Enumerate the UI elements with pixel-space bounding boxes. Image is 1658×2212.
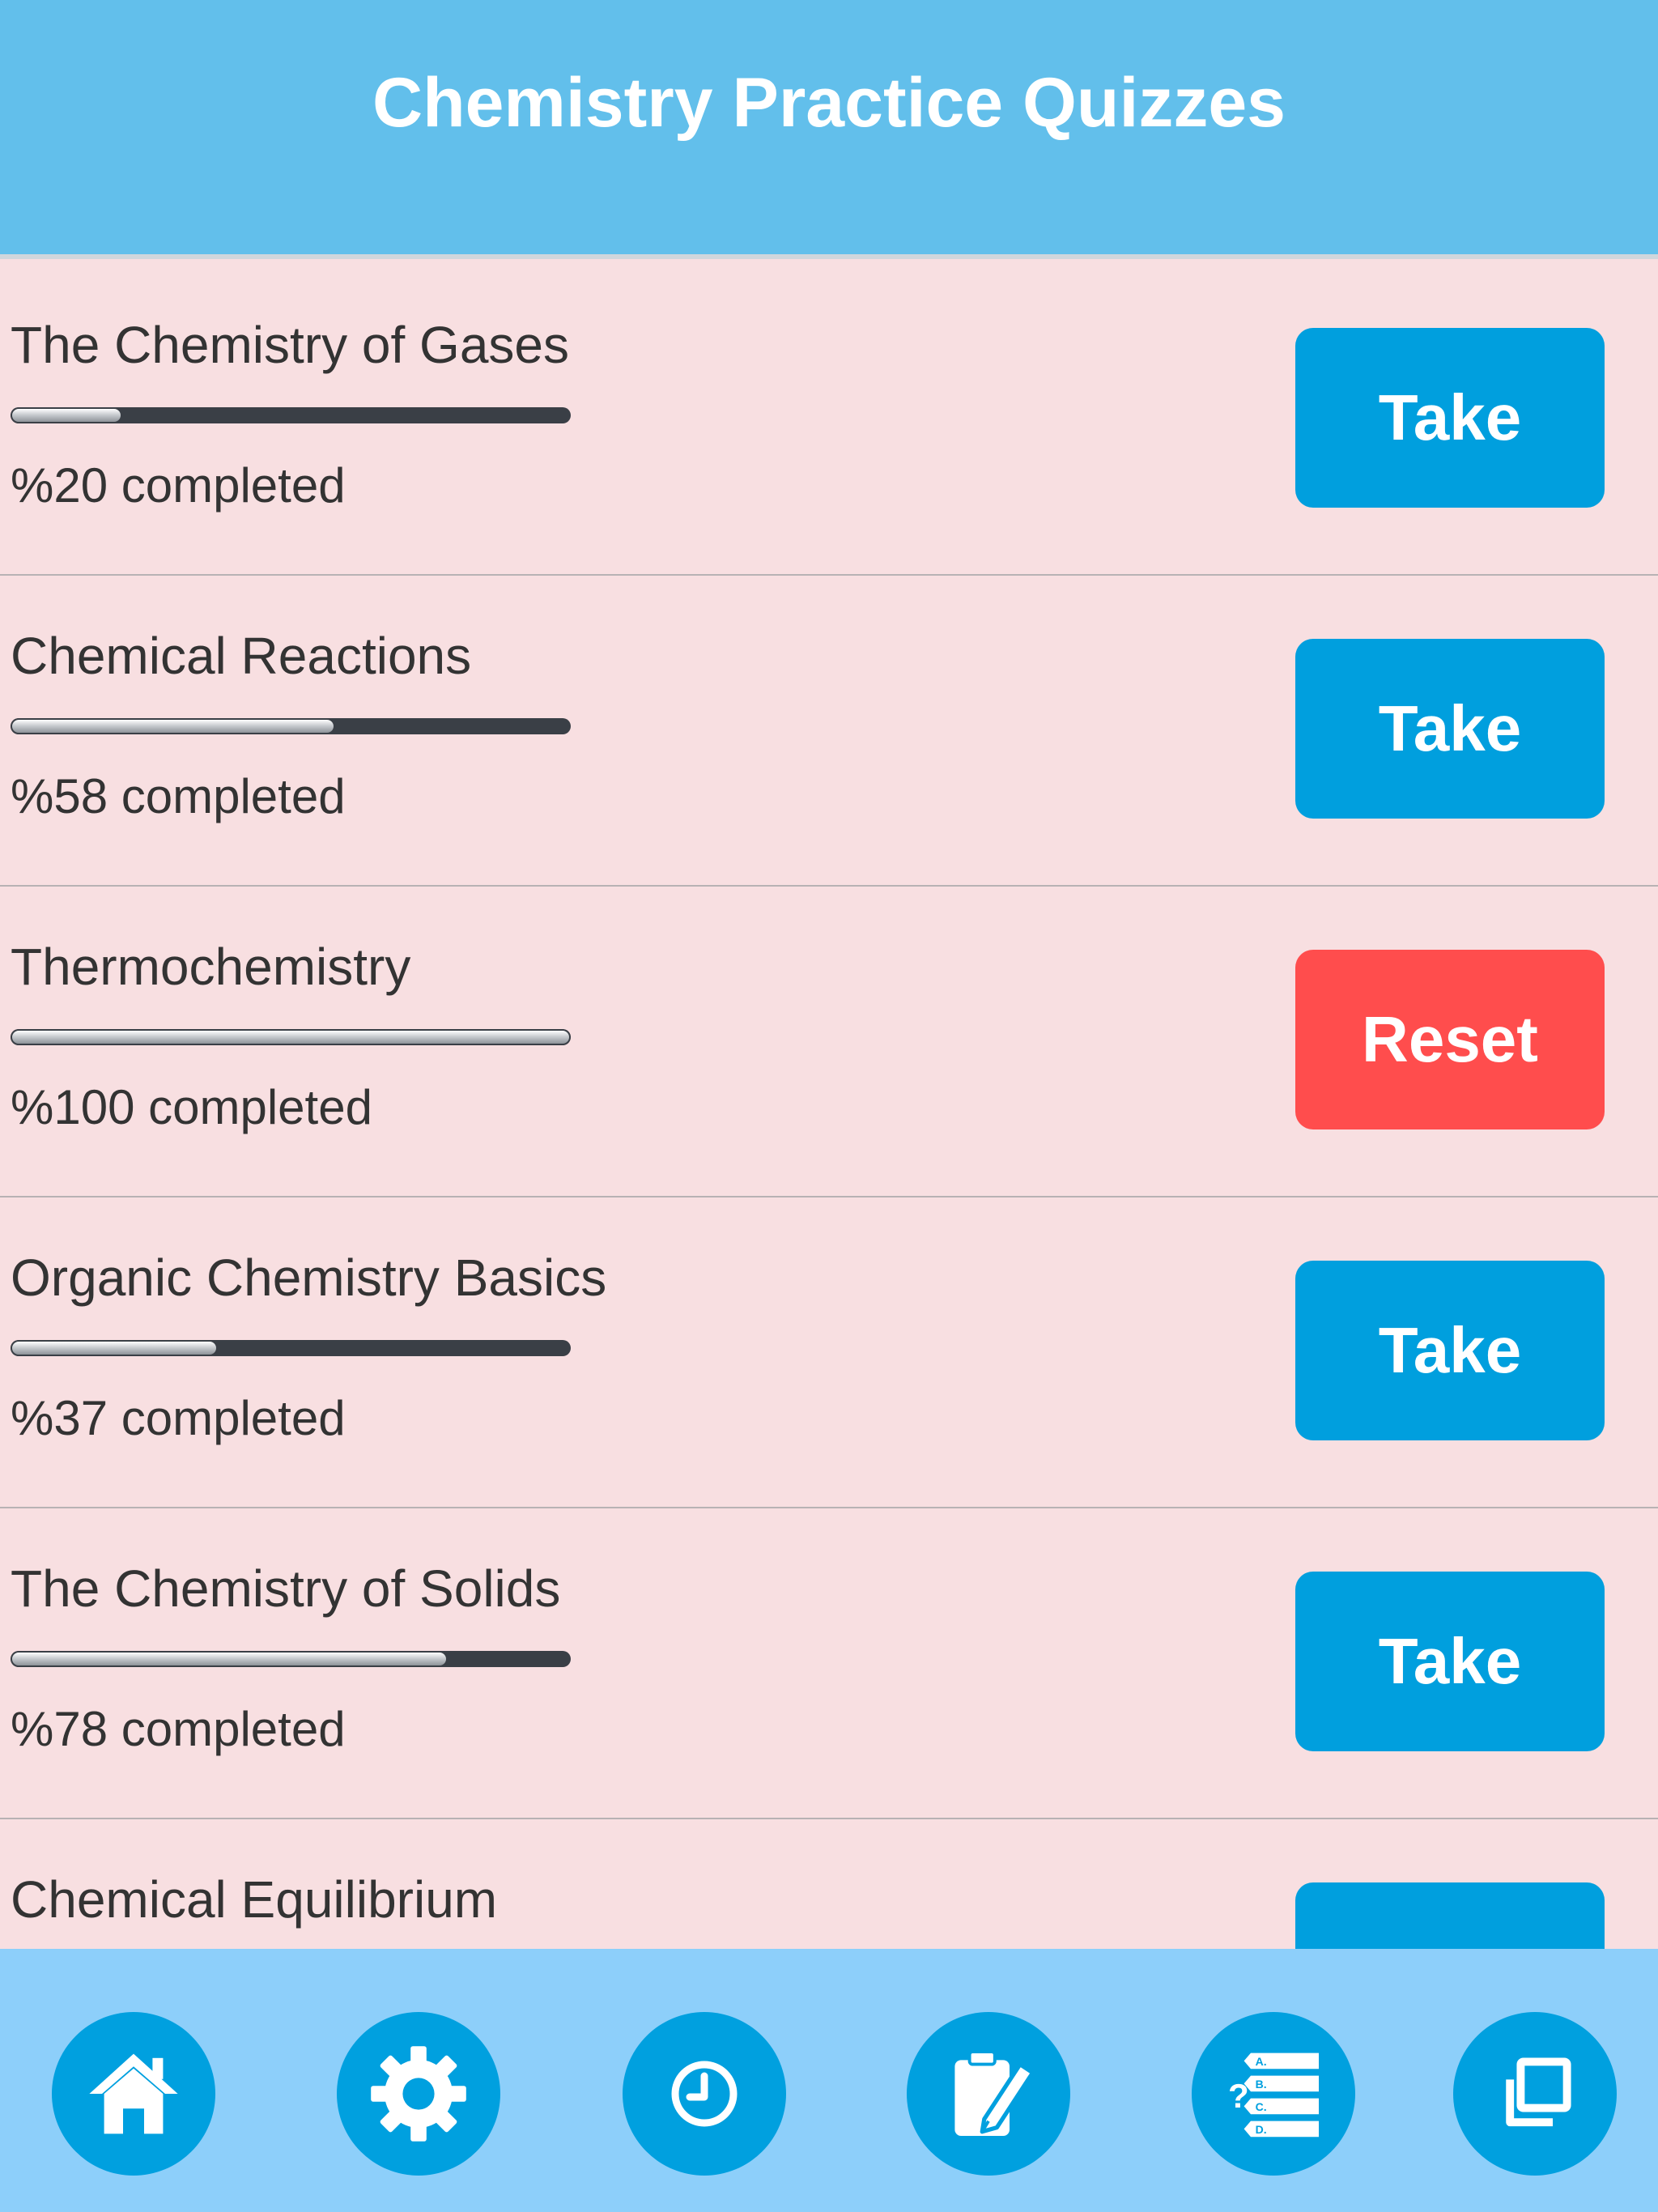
progress-bar bbox=[11, 1029, 571, 1045]
quiz-row: Thermochemistry %100 completed Reset bbox=[0, 887, 1658, 1197]
more-button[interactable] bbox=[1453, 2012, 1617, 2176]
gear-icon bbox=[371, 2046, 466, 2142]
quiz-row: Organic Chemistry Basics %37 completed T… bbox=[0, 1197, 1658, 1508]
quiz-list-icon: ? A. B. C. D. bbox=[1228, 2052, 1319, 2138]
reset-button[interactable]: Reset bbox=[1295, 950, 1605, 1129]
take-button[interactable]: Take bbox=[1295, 1572, 1605, 1751]
svg-text:B.: B. bbox=[1256, 2078, 1267, 2091]
progress-bar bbox=[11, 1340, 571, 1356]
progress-bar bbox=[11, 1651, 571, 1667]
take-button[interactable] bbox=[1295, 1882, 1605, 1949]
header-bar: Chemistry Practice Quizzes bbox=[0, 0, 1658, 259]
progress-bar bbox=[11, 407, 571, 423]
quiz-title: The Chemistry of Solids bbox=[11, 1559, 561, 1618]
quiz-status: %58 completed bbox=[11, 769, 346, 823]
quiz-status: %20 completed bbox=[11, 458, 346, 513]
home-button[interactable] bbox=[52, 2012, 215, 2176]
progress-fill bbox=[11, 1029, 571, 1045]
quiz-list[interactable]: The Chemistry of Gases %20 completed Tak… bbox=[0, 265, 1658, 1949]
svg-text:C.: C. bbox=[1256, 2100, 1267, 2113]
page-title: Chemistry Practice Quizzes bbox=[372, 64, 1286, 142]
quiz-row: Chemical Equilibrium bbox=[0, 1819, 1658, 1949]
svg-text:A.: A. bbox=[1256, 2055, 1267, 2068]
take-button[interactable]: Take bbox=[1295, 1261, 1605, 1440]
settings-button[interactable] bbox=[337, 2012, 500, 2176]
take-button[interactable]: Take bbox=[1295, 639, 1605, 819]
quiz-status: %78 completed bbox=[11, 1702, 346, 1756]
quiz-list-button[interactable]: ? A. B. C. D. bbox=[1192, 2012, 1355, 2176]
progress-bar bbox=[11, 718, 571, 734]
history-button[interactable] bbox=[623, 2012, 786, 2176]
quiz-title: Chemical Equilibrium bbox=[11, 1870, 498, 1929]
quiz-row: The Chemistry of Solids %78 completed Ta… bbox=[0, 1508, 1658, 1819]
svg-text:D.: D. bbox=[1256, 2123, 1267, 2136]
quiz-row: The Chemistry of Gases %20 completed Tak… bbox=[0, 265, 1658, 576]
quiz-title: Thermochemistry bbox=[11, 938, 411, 996]
progress-fill bbox=[11, 407, 123, 423]
notes-button[interactable] bbox=[907, 2012, 1070, 2176]
copy-icon bbox=[1506, 2057, 1571, 2127]
edit-clipboard-icon bbox=[954, 2050, 1035, 2136]
quiz-title: Organic Chemistry Basics bbox=[11, 1249, 607, 1307]
progress-fill bbox=[11, 1340, 219, 1356]
quiz-status: %100 completed bbox=[11, 1080, 372, 1134]
clock-icon bbox=[671, 2061, 738, 2127]
home-icon bbox=[89, 2053, 178, 2134]
quiz-status: %37 completed bbox=[11, 1391, 346, 1445]
quiz-title: The Chemistry of Gases bbox=[11, 316, 569, 374]
take-button[interactable]: Take bbox=[1295, 328, 1605, 508]
quiz-title: Chemical Reactions bbox=[11, 627, 472, 685]
quiz-row: Chemical Reactions %58 completed Take bbox=[0, 576, 1658, 887]
progress-fill bbox=[11, 718, 336, 734]
bottom-nav: ? A. B. C. D. bbox=[0, 1949, 1658, 2212]
progress-fill bbox=[11, 1651, 448, 1667]
